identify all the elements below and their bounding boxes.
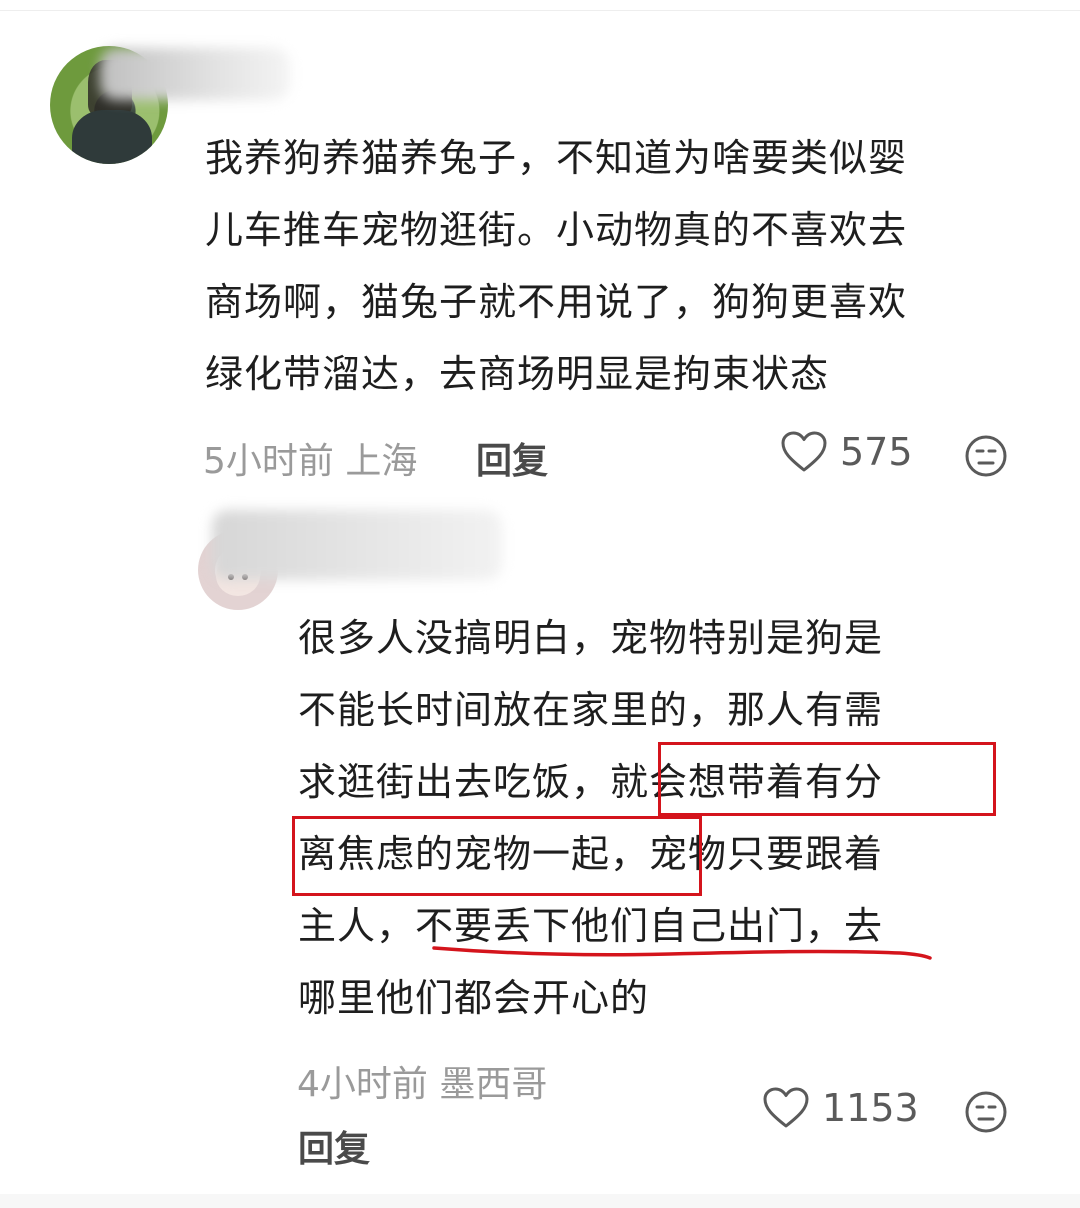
like-count: 575 (840, 430, 913, 474)
reply-button[interactable]: 回复 (298, 1120, 370, 1172)
like-count: 1153 (822, 1086, 919, 1130)
top-divider (0, 10, 1080, 11)
comment-line: 不能长时间放在家里的，那人有需 (298, 688, 884, 732)
bottom-strip (0, 1194, 1080, 1208)
reply-button[interactable]: 回复 (476, 432, 548, 484)
comment-line: 很多人没搞明白，宠物特别是狗是 (298, 616, 884, 660)
comment-line: 离焦虑的宠物一起，宠物只要跟着 (298, 832, 884, 876)
avatar-body (72, 110, 152, 164)
like-button[interactable]: 1153 (762, 1086, 919, 1130)
username-blurred[interactable] (100, 48, 290, 100)
heart-icon (780, 430, 828, 474)
comment-time-location: 4小时前 墨西哥 (297, 1064, 548, 1105)
comment-line: 绿化带溜达，去商场明显是拘束状态 (205, 352, 830, 396)
comment-line: 主人，不要丢下他们自己出门，去 (298, 904, 884, 948)
neutral-face-icon[interactable] (964, 1090, 1008, 1134)
comment-time-location: 5小时前 上海 (203, 441, 418, 482)
comment-text: 很多人没搞明白，宠物特别是狗是 不能长时间放在家里的，那人有需 求逛街出去吃饭，… (298, 602, 998, 1034)
comment-line: 儿车推车宠物逛街。小动物真的不喜欢去 (205, 208, 908, 252)
comment-line: 求逛街出去吃饭，就会想带着有分 (298, 760, 884, 804)
heart-icon (762, 1086, 810, 1130)
comment-line: 商场啊，猫兔子就不用说了，狗狗更喜欢 (205, 280, 908, 324)
username-blurred[interactable] (212, 510, 502, 580)
like-button[interactable]: 575 (780, 430, 913, 474)
neutral-face-icon[interactable] (964, 434, 1008, 478)
comment-line: 哪里他们都会开心的 (298, 976, 650, 1020)
comment-text: 我养狗养猫养兔子，不知道为啥要类似婴 儿车推车宠物逛街。小动物真的不喜欢去 商场… (205, 122, 1045, 410)
comment-line: 我养狗养猫养兔子，不知道为啥要类似婴 (205, 136, 908, 180)
